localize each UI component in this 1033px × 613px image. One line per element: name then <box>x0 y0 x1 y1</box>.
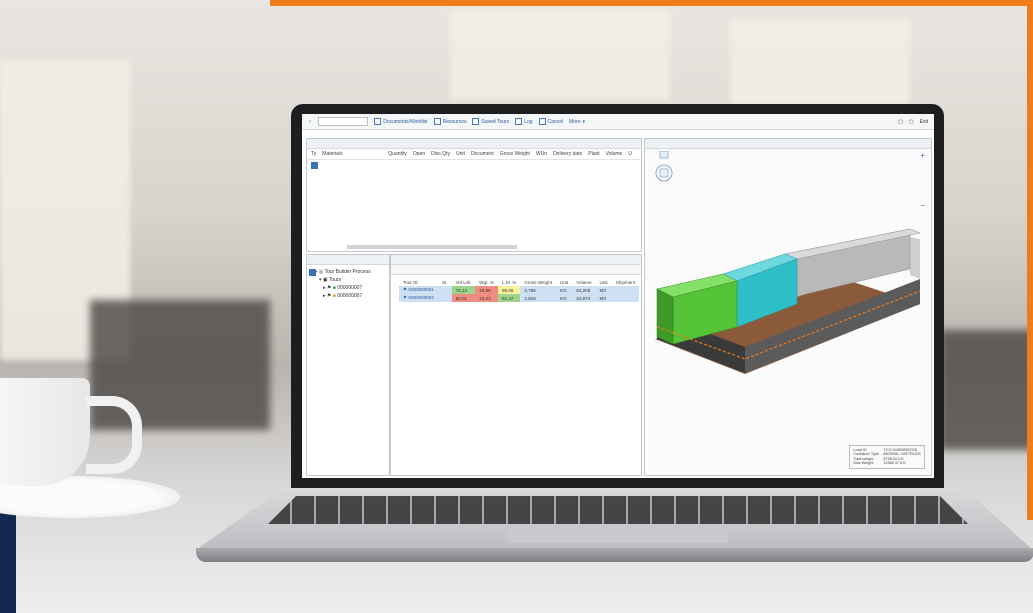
trackpad <box>508 527 728 543</box>
tour-tree-panel: ▸ ◎ Tour Builder Process ▾ ▣ Tours ▸ ⚑ ■… <box>306 254 390 476</box>
tree-root[interactable]: ▸ ◎ Tour Builder Process <box>307 268 389 276</box>
table-header: Tour ID St. Vol.Util. Wgt. % L.M. % Gros… <box>403 280 636 285</box>
table-row[interactable]: ⚑ 6000000001 74.12 16.86 95.06 3,786 KG … <box>399 286 640 294</box>
zoom-in-icon[interactable]: + <box>920 151 925 160</box>
blue-marker[interactable] <box>311 162 318 169</box>
load-info-row: Max Weight 11388.37 KG <box>853 461 906 466</box>
table-toolbar <box>391 255 641 265</box>
laptop-screen: ✓ Documents/Worklist Resources Saved Tou… <box>302 114 934 478</box>
saved-tours-button[interactable]: Saved Tours <box>472 118 509 125</box>
laptop-front-edge <box>196 548 1033 562</box>
truck-load-3d <box>655 228 921 374</box>
tours-table: Tour ID St. Vol.Util. Wgt. % L.M. % Gros… <box>399 279 640 302</box>
cancel-icon <box>538 118 546 125</box>
accent-bar-right <box>1027 0 1033 520</box>
blurred-chairs-right <box>940 330 1033 450</box>
load-info-box: Load ID TCO 0445083029/S Container Type 86… <box>849 444 925 469</box>
tours-table-panel: Tour ID St. Vol.Util. Wgt. % L.M. % Gros… <box>390 254 642 476</box>
log-icon <box>515 118 523 125</box>
saved-tours-icon <box>472 118 480 125</box>
table-toolbar-2 <box>391 265 641 275</box>
window-icon[interactable]: ▢ <box>898 119 903 125</box>
coffee-cup <box>0 378 90 486</box>
worklist-icon <box>374 118 382 125</box>
freight-units-panel: Ty Materials Quantity Open Disc.Qty Unit… <box>306 138 642 252</box>
more-button[interactable]: More ▾ <box>569 119 585 125</box>
freight-header-row: Ty Materials Quantity Open Disc.Qty Unit… <box>307 149 641 160</box>
window-blur-top-right <box>730 20 910 105</box>
horizontal-scrollbar[interactable] <box>347 245 517 249</box>
tour-id[interactable]: ⚑ 6000000002 <box>399 294 438 302</box>
variant-select[interactable] <box>318 117 369 126</box>
window-blur-top <box>450 10 670 100</box>
table-row[interactable]: ⚑ 6000000002 50.01 10.23 61.47 2,816 KG … <box>399 294 640 302</box>
resources-icon <box>433 118 441 125</box>
log-button[interactable]: Log <box>515 118 533 125</box>
accent-bar-top <box>270 0 1033 6</box>
chevron-down-icon: ▾ <box>582 118 586 125</box>
view-toolbar <box>645 139 931 149</box>
tree-toolbar <box>307 255 389 265</box>
panel-toolbar <box>307 139 641 149</box>
documents-worklist-button[interactable]: Documents/Worklist <box>374 118 428 125</box>
cup-handle <box>86 396 142 474</box>
navigation-control[interactable] <box>649 151 679 187</box>
check-icon[interactable]: ✓ <box>308 119 312 125</box>
window-icon-2[interactable]: ▢ <box>909 119 914 125</box>
keyboard <box>268 496 968 524</box>
tree-item[interactable]: ▸ ⚑ ■ 000000007 <box>307 284 389 292</box>
tour-id[interactable]: ⚑ 6000000001 <box>399 286 438 294</box>
cancel-button[interactable]: Cancel <box>538 118 563 125</box>
toolbar-right: ▢ ▢ Exit <box>898 119 934 125</box>
exit-button[interactable]: Exit <box>920 119 928 125</box>
tree-item[interactable]: ▸ ⚑ ■ 000000007 <box>307 292 389 300</box>
tree-tours[interactable]: ▾ ▣ Tours <box>307 276 389 284</box>
resources-button[interactable]: Resources <box>433 118 466 125</box>
load-3d-view: + − Load ID TCO 0445083029/S Container Ty… <box>644 138 932 476</box>
tree-side-marker[interactable] <box>309 269 316 276</box>
app-toolbar: ✓ Documents/Worklist Resources Saved Tou… <box>302 114 934 130</box>
